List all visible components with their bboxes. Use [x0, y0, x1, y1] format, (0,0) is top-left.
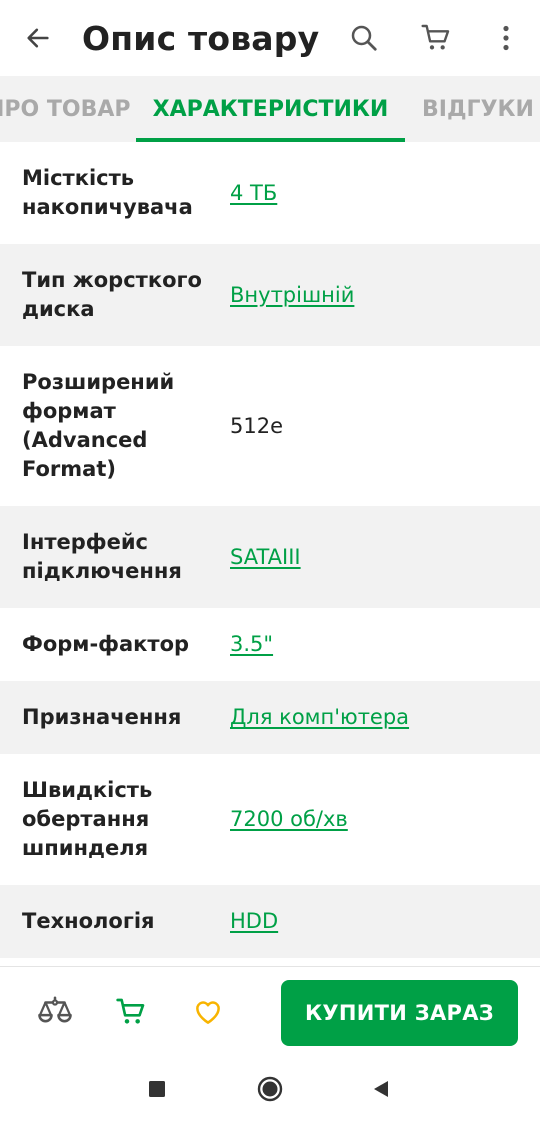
characteristic-row: Інтерфейс підключення SATAIII: [0, 506, 540, 608]
favorite-button[interactable]: [185, 989, 231, 1035]
characteristic-row: Форм-фактор 3.5": [0, 608, 540, 681]
characteristic-row: Призначення Для комп'ютера: [0, 681, 540, 754]
characteristic-row: Тип жорсткого диска Внутрішній: [0, 244, 540, 346]
recents-square-icon: [149, 1081, 165, 1097]
tab-bar: ПРО ТОВАР ХАРАКТЕРИСТИКИ ВІДГУКИ: [0, 76, 540, 142]
system-back-button[interactable]: [358, 1066, 404, 1112]
recents-button[interactable]: [134, 1066, 180, 1112]
system-nav-bar: [0, 1056, 540, 1121]
heart-icon: [196, 1001, 220, 1024]
characteristic-value-link[interactable]: 3.5": [230, 630, 540, 659]
characteristic-row: Швидкість обертання шпинделя 7200 об/хв: [0, 754, 540, 885]
characteristic-value-link[interactable]: 7200 об/хв: [230, 805, 540, 834]
characteristic-row: Технологія HDD: [0, 885, 540, 958]
characteristic-label: Технологія: [22, 909, 155, 933]
characteristic-label: Швидкість обертання шпинделя: [22, 778, 153, 860]
characteristic-value-link[interactable]: SATAIII: [230, 543, 540, 572]
characteristic-value-link[interactable]: Внутрішній: [230, 281, 540, 310]
home-circle-icon: [257, 1076, 283, 1102]
page-title: Опис товару: [82, 18, 320, 58]
characteristic-row: Розширений формат (Advanced Format) 512e: [0, 346, 540, 506]
buy-now-button[interactable]: КУПИТИ ЗАРАЗ: [281, 980, 518, 1046]
characteristic-label: Інтерфейс підключення: [22, 530, 182, 583]
compare-scales-icon: [38, 996, 72, 1023]
cart-button[interactable]: [400, 0, 472, 76]
characteristics-list: Місткість накопичувача 4 ТБ Тип жорстког…: [0, 142, 540, 958]
home-button[interactable]: [247, 1066, 293, 1112]
cart-icon: [421, 24, 450, 50]
back-button[interactable]: [0, 0, 76, 76]
search-button[interactable]: [328, 0, 400, 76]
tab-reviews[interactable]: ВІДГУКИ: [422, 76, 534, 142]
back-triangle-icon: [374, 1081, 388, 1097]
characteristic-row: Місткість накопичувача 4 ТБ: [0, 142, 540, 244]
characteristic-label: Розширений формат (Advanced Format): [22, 370, 175, 481]
more-vert-icon: [503, 25, 509, 51]
characteristic-label: Форм-фактор: [22, 632, 190, 656]
app-bar: Опис товару: [0, 0, 540, 76]
tab-about[interactable]: ПРО ТОВАР: [0, 76, 131, 142]
arrow-back-icon: [27, 28, 49, 48]
characteristic-label: Призначення: [22, 705, 182, 729]
characteristic-value-link[interactable]: 4 ТБ: [230, 179, 540, 208]
compare-button[interactable]: [32, 989, 78, 1035]
characteristic-label: Тип жорсткого диска: [22, 268, 202, 321]
characteristic-label: Місткість накопичувача: [22, 166, 193, 219]
more-button[interactable]: [472, 0, 540, 76]
add-to-cart-button[interactable]: [108, 989, 154, 1035]
bottom-action-bar: КУПИТИ ЗАРАЗ: [0, 966, 540, 1056]
search-icon: [351, 25, 377, 51]
characteristic-value-link[interactable]: HDD: [230, 907, 540, 936]
cart-icon: [116, 998, 145, 1024]
characteristic-value: 512e: [230, 413, 284, 438]
characteristic-value-link[interactable]: Для комп'ютера: [230, 703, 540, 732]
tab-characteristics[interactable]: ХАРАКТЕРИСТИКИ: [136, 76, 405, 142]
